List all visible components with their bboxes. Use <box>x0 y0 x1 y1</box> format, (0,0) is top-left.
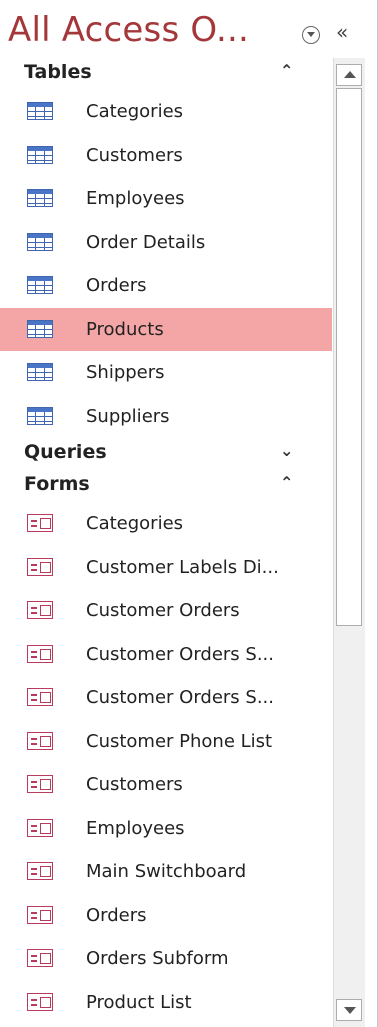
form-item-label: Categories <box>86 513 184 534</box>
scrollbar-thumb[interactable] <box>336 88 362 626</box>
table-item-label: Categories <box>86 101 184 122</box>
form-item[interactable]: Categories <box>0 502 332 546</box>
group-header-forms[interactable]: Forms ⌃ <box>0 470 332 502</box>
form-item[interactable]: Customer Orders S... <box>0 676 332 720</box>
form-icon <box>27 514 53 532</box>
scroll-up-arrow-icon[interactable] <box>336 64 362 86</box>
form-icon <box>27 688 53 706</box>
table-item[interactable]: Shippers <box>0 351 332 395</box>
form-item-label: Orders <box>86 904 147 926</box>
table-item[interactable]: Order Details <box>0 221 332 265</box>
table-icon <box>27 145 53 164</box>
group-label: Queries <box>24 441 107 463</box>
form-item-label: Customer Orders <box>86 600 240 621</box>
table-item[interactable]: Orders <box>0 264 332 308</box>
form-icon <box>27 992 53 1011</box>
form-item-label: Customer Phone List <box>86 730 273 752</box>
table-item-label: Orders <box>86 275 147 296</box>
vertical-scrollbar[interactable] <box>333 58 365 1027</box>
form-icon <box>27 862 53 880</box>
form-item[interactable]: Employees <box>0 807 332 851</box>
form-item[interactable]: Customer Orders S... <box>0 633 332 677</box>
table-icon <box>27 276 53 294</box>
table-icon <box>27 189 53 207</box>
table-item-label: Shippers <box>86 362 165 383</box>
form-item-label: Customer Orders S... <box>86 643 274 665</box>
form-icon <box>27 775 53 793</box>
form-icon <box>27 557 53 576</box>
table-icon <box>27 406 53 425</box>
table-item-label: Customers <box>86 144 183 166</box>
nav-pane-title[interactable]: All Access O... <box>8 10 249 50</box>
form-item[interactable]: Customer Labels Di... <box>0 546 332 590</box>
form-item[interactable]: Orders Subform <box>0 937 332 981</box>
table-item-label: Suppliers <box>86 405 170 427</box>
navigation-pane: All Access O... « Tables ⌃ Categories Cus… <box>0 0 378 1027</box>
table-item[interactable]: Products <box>0 307 332 351</box>
form-item-label: Main Switchboard <box>86 861 247 882</box>
chevron-down-icon[interactable]: ⌄ <box>280 441 293 460</box>
table-icon <box>27 232 53 251</box>
group-label: Forms <box>24 473 90 495</box>
form-item[interactable]: Customer Orders <box>0 589 332 633</box>
form-item-label: Employees <box>86 817 185 839</box>
table-item[interactable]: Customers <box>0 134 332 178</box>
table-item[interactable]: Employees <box>0 177 332 221</box>
form-item-label: Customer Labels Di... <box>86 556 279 578</box>
group-header-tables[interactable]: Tables ⌃ <box>0 58 332 90</box>
table-icon <box>27 102 53 120</box>
form-item[interactable]: Customer Phone List <box>0 720 332 764</box>
group-label: Tables <box>24 61 92 83</box>
nav-pane-header: All Access O... « <box>0 0 378 58</box>
form-icon <box>27 905 53 924</box>
shutter-bar-collapse-icon[interactable]: « <box>336 20 348 44</box>
form-icon <box>27 601 53 619</box>
form-item[interactable]: Main Switchboard <box>0 850 332 894</box>
form-item-label: Customer Orders S... <box>86 687 274 708</box>
chevron-up-icon[interactable]: ⌃ <box>280 61 293 80</box>
form-item-label: Customers <box>86 774 183 795</box>
form-item[interactable]: Product List <box>0 981 332 1025</box>
form-icon <box>27 731 53 750</box>
table-item[interactable]: Categories <box>0 90 332 134</box>
form-item-label: Product List <box>86 991 192 1013</box>
scroll-down-arrow-icon[interactable] <box>336 999 362 1021</box>
form-item[interactable]: Orders <box>0 894 332 938</box>
tables-list: Categories Customers Employees Order Detail… <box>0 90 332 438</box>
table-item[interactable]: Suppliers <box>0 395 332 439</box>
form-icon <box>27 818 53 837</box>
form-icon <box>27 949 53 967</box>
table-item-label: Order Details <box>86 231 206 253</box>
forms-list: Categories Customer Labels Di... Customer … <box>0 502 332 1024</box>
table-icon <box>27 319 53 338</box>
table-icon <box>27 363 53 381</box>
table-item-label: Products <box>86 318 164 340</box>
nav-object-list: Tables ⌃ Categories Customers Employees Ord… <box>0 58 332 1024</box>
form-item-label: Orders Subform <box>86 948 229 969</box>
table-item-label: Employees <box>86 188 185 209</box>
chevron-up-icon[interactable]: ⌃ <box>280 473 293 492</box>
form-item[interactable]: Customers <box>0 763 332 807</box>
group-header-queries[interactable]: Queries ⌄ <box>0 438 332 470</box>
form-icon <box>27 644 53 663</box>
nav-pane-menu-dropdown-icon[interactable] <box>302 26 320 44</box>
